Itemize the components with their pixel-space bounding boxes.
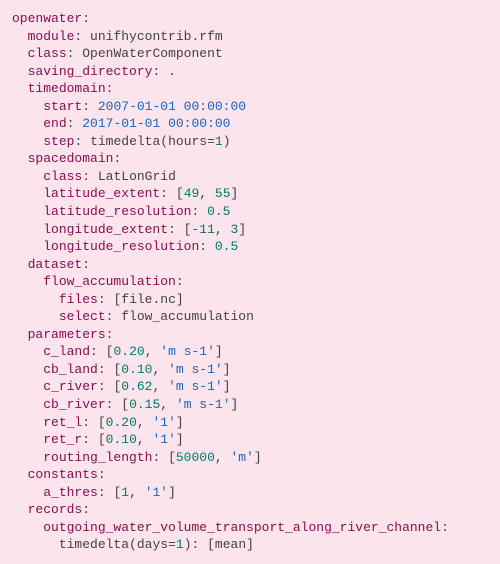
ret-r-val: 0.10 — [106, 432, 137, 447]
val-select: flow_accumulation — [121, 309, 254, 324]
a-thres-val: 1 — [121, 485, 129, 500]
key-lon-extent: longitude_extent — [43, 222, 168, 237]
arg-days-key: days — [137, 537, 168, 552]
key-module: module — [28, 29, 75, 44]
key-step: step — [43, 134, 74, 149]
a-thres-unit: '1' — [145, 485, 168, 500]
lon-res-val: 0.5 — [215, 239, 238, 254]
key-lon-res: longitude_resolution — [43, 239, 199, 254]
fn-timedelta: timedelta — [90, 134, 160, 149]
key-cb-land: cb_land — [43, 362, 98, 377]
cb-river-val: 0.15 — [129, 397, 160, 412]
val-start: 2007-01-01 00:00:00 — [98, 99, 246, 114]
val-sd-class: LatLonGrid — [98, 169, 176, 184]
key-timedomain: timedomain — [28, 81, 106, 96]
key-owvt: outgoing_water_volume_transport_along_ri… — [43, 520, 441, 535]
key-c-land: c_land — [43, 344, 90, 359]
key-start: start — [43, 99, 82, 114]
cb-land-unit: 'm s-1' — [168, 362, 223, 377]
ret-l-val: 0.20 — [106, 415, 137, 430]
c-land-unit: 'm s-1' — [160, 344, 215, 359]
c-land-val: 0.20 — [113, 344, 144, 359]
key-routing-length: routing_length — [43, 450, 152, 465]
key-records: records — [28, 502, 83, 517]
arg-hours-val: 1 — [215, 134, 223, 149]
lon-ext-lo: -11 — [191, 222, 214, 237]
key-select: select — [59, 309, 106, 324]
ret-r-unit: '1' — [153, 432, 176, 447]
key-ret-l: ret_l — [43, 415, 82, 430]
key-parameters: parameters — [28, 327, 106, 342]
routing-length-unit: 'm' — [231, 450, 254, 465]
routing-length-val: 50000 — [176, 450, 215, 465]
ret-l-unit: '1' — [153, 415, 176, 430]
lat-ext-hi: 55 — [215, 186, 231, 201]
yaml-code-block: openwater: module: unifhycontrib.rfm cla… — [0, 0, 500, 564]
key-cb-river: cb_river — [43, 397, 105, 412]
key-saving-directory: saving_directory — [28, 64, 153, 79]
val-end: 2017-01-01 00:00:00 — [82, 116, 230, 131]
c-river-unit: 'm s-1' — [168, 379, 223, 394]
key-openwater: openwater — [12, 11, 82, 26]
key-spacedomain: spacedomain — [28, 151, 114, 166]
cb-river-unit: 'm s-1' — [176, 397, 231, 412]
key-end: end — [43, 116, 66, 131]
key-lat-res: latitude_resolution — [43, 204, 191, 219]
fn-timedelta-days: timedelta — [59, 537, 129, 552]
val-class: OpenWaterComponent — [82, 46, 222, 61]
key-files: files — [59, 292, 98, 307]
lat-res-val: 0.5 — [207, 204, 230, 219]
key-dataset: dataset — [28, 257, 83, 272]
key-lat-extent: latitude_extent — [43, 186, 160, 201]
key-class: class — [28, 46, 67, 61]
key-constants: constants — [28, 467, 98, 482]
key-a-thres: a_thres — [43, 485, 98, 500]
key-c-river: c_river — [43, 379, 98, 394]
key-flow-accumulation: flow_accumulation — [43, 274, 176, 289]
c-river-val: 0.62 — [121, 379, 152, 394]
key-sd-class: class — [43, 169, 82, 184]
arg-hours-key: hours — [168, 134, 207, 149]
val-files: file.nc — [121, 292, 176, 307]
arg-days-val: 1 — [176, 537, 184, 552]
val-module: unifhycontrib.rfm — [90, 29, 223, 44]
cb-land-val: 0.10 — [121, 362, 152, 377]
lat-ext-lo: 49 — [184, 186, 200, 201]
key-ret-r: ret_r — [43, 432, 82, 447]
records-val: mean — [215, 537, 246, 552]
val-saving-directory: . — [168, 64, 176, 79]
